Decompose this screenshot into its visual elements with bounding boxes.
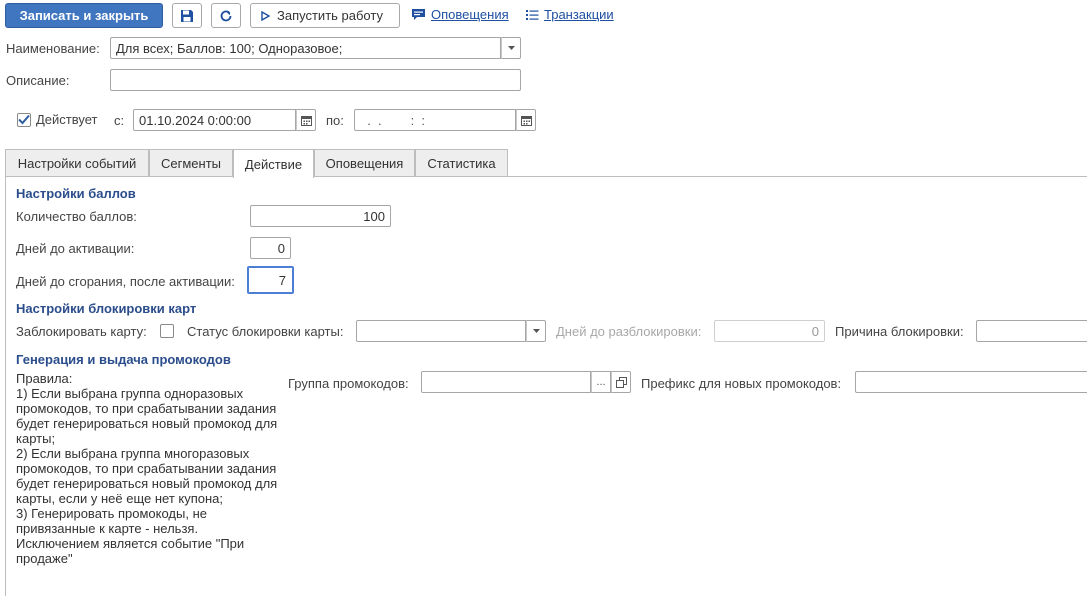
block-status-dropdown-button[interactable] [526,320,546,342]
block-card-checkbox[interactable] [160,324,174,338]
transactions-link[interactable]: Транзакции [526,7,614,22]
run-button-label: Запустить работу [277,8,383,23]
tab-event-settings[interactable]: Настройки событий [5,149,149,177]
promo-section-title: Генерация и выдача промокодов [16,352,231,367]
block-status-label: Статус блокировки карты: [187,324,344,339]
points-section-title: Настройки баллов [16,186,136,201]
from-label: с: [114,113,125,128]
name-dropdown-button[interactable] [501,37,521,59]
block-card-label: Заблокировать карту: [16,324,147,339]
unblock-days-label: Дней до разблокировки: [556,324,702,339]
from-date-input[interactable]: 01.10.2024 0:00:00 [133,109,316,131]
refresh-button[interactable] [211,3,241,28]
transactions-link-label[interactable]: Транзакции [544,7,614,22]
from-calendar-button[interactable] [296,109,316,131]
promo-group-field[interactable] [421,371,591,393]
chevron-down-icon [507,46,515,50]
notifications-link[interactable]: Оповещения [411,7,509,22]
activation-days-field[interactable]: 0 [250,237,291,259]
promo-prefix-field[interactable] [855,371,1087,393]
chevron-down-icon [532,329,540,333]
expiry-days-field[interactable]: 7 [247,266,294,294]
promo-group-label: Группа промокодов: [288,376,409,391]
save-button[interactable] [172,3,202,28]
notifications-icon [412,9,425,20]
points-amount-label: Количество баллов: [16,209,137,224]
checkmark-icon [18,114,30,125]
tab-statistics[interactable]: Статистика [415,149,508,177]
calendar-icon [300,115,312,126]
name-select[interactable]: Для всех; Баллов: 100; Одноразовое; [110,37,521,59]
open-icon [615,376,627,388]
to-calendar-button[interactable] [516,109,536,131]
tab-segments[interactable]: Сегменты [149,149,233,177]
name-field[interactable]: Для всех; Баллов: 100; Одноразовое; [110,37,501,59]
name-label: Наименование: [6,41,100,56]
list-icon [526,9,539,20]
expiry-days-label: Дней до сгорания, после активации: [16,274,235,289]
description-label: Описание: [6,73,70,88]
description-field[interactable] [110,69,521,91]
calendar-icon [520,115,532,126]
tab-action[interactable]: Действие [233,149,314,178]
refresh-icon [220,10,232,21]
promo-group-select-button[interactable]: ... [591,371,611,393]
to-date-input[interactable]: . . : : [354,109,536,131]
notifications-link-label[interactable]: Оповещения [431,7,509,22]
block-reason-label: Причина блокировки: [835,324,964,339]
points-amount-field[interactable]: 100 [250,205,391,227]
promo-group-open-button[interactable] [611,371,631,393]
tab-notifications[interactable]: Оповещения [314,149,415,177]
promo-group-input[interactable]: ... [421,371,631,393]
save-icon [181,9,193,22]
unblock-days-field: 0 [714,320,825,342]
promo-prefix-label: Префикс для новых промокодов: [641,376,842,391]
save-and-close-button[interactable]: Записать и закрыть [5,3,163,28]
promo-rules-text: Правила: 1) Если выбрана группа одноразо… [16,371,278,566]
to-label: по: [326,113,344,128]
active-checkbox[interactable] [17,112,31,127]
from-date-field[interactable]: 01.10.2024 0:00:00 [133,109,296,131]
activation-days-label: Дней до активации: [16,241,135,256]
block-reason-field[interactable] [976,320,1087,342]
run-button[interactable]: Запустить работу [250,3,400,28]
block-status-field[interactable] [356,320,526,342]
block-status-select[interactable] [356,320,546,342]
active-label: Действует [36,112,98,127]
play-icon [261,10,270,21]
blocking-section-title: Настройки блокировки карт [16,301,197,316]
active-checkbox-row[interactable]: Действует [17,112,97,127]
to-date-field[interactable]: . . : : [354,109,516,131]
